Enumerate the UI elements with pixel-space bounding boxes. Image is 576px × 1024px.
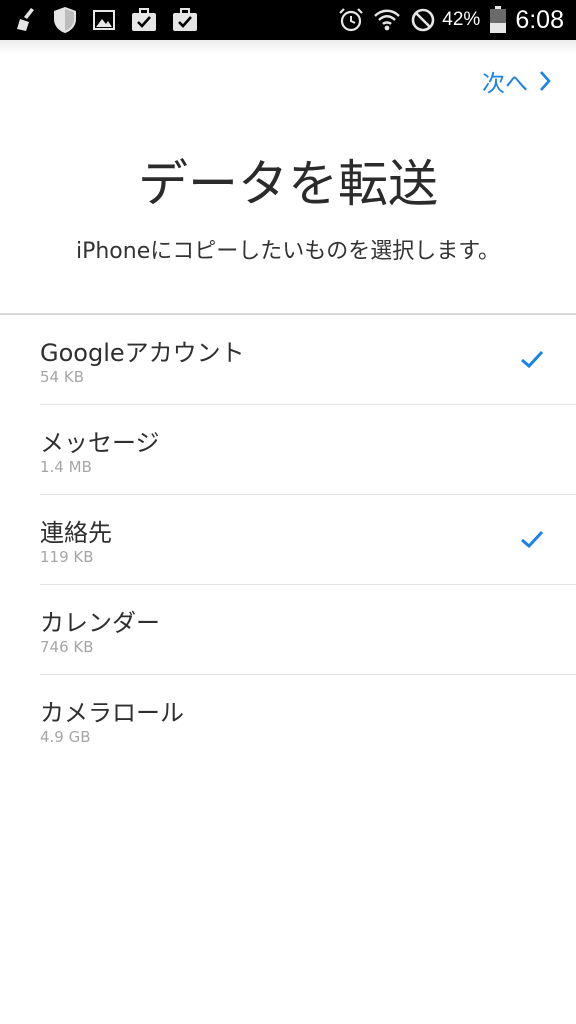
top-shadow [0, 40, 576, 54]
page-title: データを転送 [138, 155, 438, 213]
image-icon [93, 10, 115, 30]
status-bar-system: 42% 6:08 [329, 0, 564, 40]
chevron-right-icon [540, 71, 551, 91]
broom-icon [17, 8, 34, 31]
list-item-contacts[interactable]: 連絡先 119 KB [40, 495, 576, 585]
list-item-google-account[interactable]: Googleアカウント 54 KB [40, 315, 576, 405]
item-size: 54 KB [40, 368, 84, 386]
next-button-label: 次へ [482, 71, 528, 97]
list-item-messages[interactable]: メッセージ 1.4 MB [40, 405, 576, 495]
briefcase-check-icon [173, 8, 197, 31]
list-item-calendar[interactable]: カレンダー 746 KB [40, 585, 576, 675]
status-bar: 42% 6:08 [0, 0, 576, 40]
item-name: 連絡先 [40, 519, 112, 547]
item-name: Googleアカウント [40, 339, 245, 367]
clock: 6:08 [515, 5, 564, 34]
wifi-icon [374, 9, 401, 31]
alarm-icon [339, 8, 364, 32]
item-name: カレンダー [40, 609, 160, 637]
checkmark-icon [521, 350, 544, 369]
item-name: メッセージ [40, 429, 160, 457]
transfer-item-list: Googleアカウント 54 KB メッセージ 1.4 MB 連絡先 119 K… [0, 315, 576, 764]
checkmark-icon [521, 530, 544, 549]
item-size: 1.4 MB [40, 458, 92, 476]
item-size: 746 KB [40, 638, 94, 656]
briefcase-check-icon [132, 8, 156, 31]
page-subtitle: iPhoneにコピーしたいものを選択します。 [75, 239, 501, 264]
status-bar-notifications [14, 6, 213, 34]
item-size: 119 KB [40, 548, 94, 566]
battery-percent: 42% [442, 9, 481, 30]
item-size: 4.9 GB [40, 728, 91, 746]
item-name: カメラロール [40, 699, 184, 727]
list-item-camera-roll[interactable]: カメラロール 4.9 GB [40, 675, 576, 764]
do-not-disturb-icon [411, 8, 435, 32]
next-button[interactable]: 次へ [482, 64, 552, 98]
battery-icon [490, 6, 507, 33]
shield-icon [54, 7, 76, 33]
